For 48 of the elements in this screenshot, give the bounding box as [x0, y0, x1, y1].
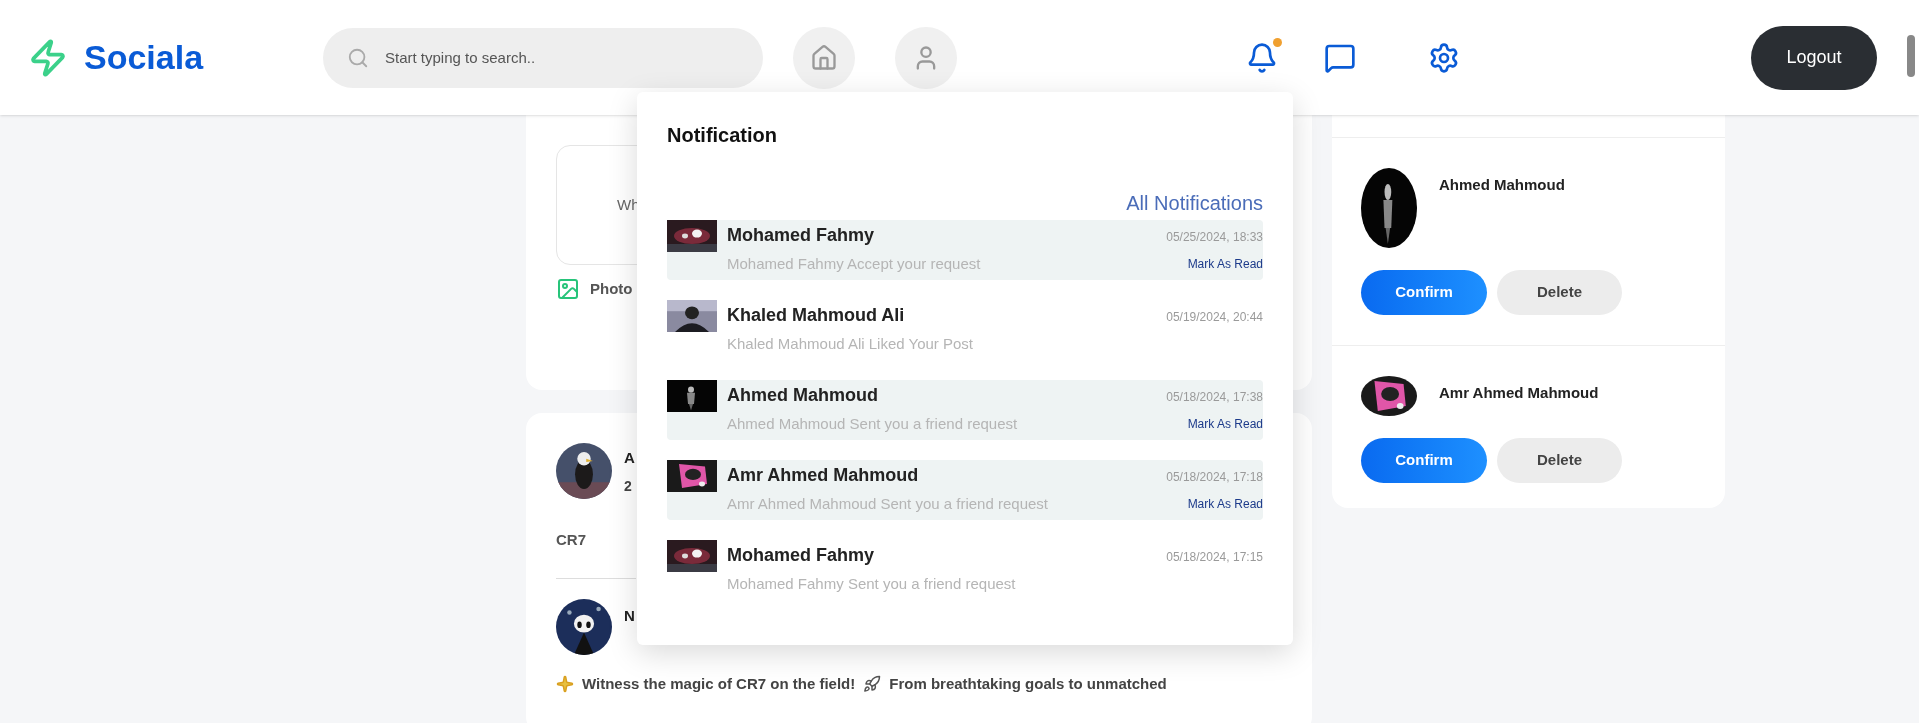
notification-time: 05/25/2024, 18:33 — [1166, 229, 1263, 246]
sparkle-icon — [556, 674, 574, 693]
logout-button[interactable]: Logout — [1751, 25, 1877, 90]
notification-message: Mohamed Fahmy Sent you a friend request — [727, 574, 1016, 594]
post-time: 2 — [624, 476, 633, 496]
notification-time: 05/18/2024, 17:18 — [1166, 469, 1263, 486]
requester-name: Ahmed Mahmoud — [1439, 175, 1565, 195]
logo-icon — [28, 37, 68, 78]
scrollbar-thumb[interactable] — [1907, 35, 1915, 77]
sender-name: Mohamed Fahmy — [727, 544, 875, 567]
author-name: A — [624, 448, 635, 468]
post-text: CR7 — [556, 530, 587, 550]
notification-item[interactable]: Amr Ahmed Mahmoud 05/18/2024, 17:18 Amr Ahmed Mahmoud Sent you a friend request Mark As Read — [667, 460, 1263, 520]
image-icon — [556, 277, 580, 301]
notification-time: 05/19/2024, 20:44 — [1166, 309, 1263, 326]
sender-name: Khaled Mahmoud Ali — [727, 304, 905, 327]
notification-message: Ahmed Mahmoud Sent you a friend request — [727, 414, 1018, 434]
notification-message: Mohamed Fahmy Accept your request — [727, 254, 981, 274]
notification-item[interactable]: Ahmed Mahmoud 05/18/2024, 17:38 Ahmed Mahmoud Sent you a friend request Mark As Read — [667, 380, 1263, 440]
search-field[interactable]: Start typing to search.. — [323, 27, 763, 88]
mark-as-read-link[interactable]: Mark As Read — [1187, 495, 1263, 514]
brand-name: Sociala — [84, 37, 204, 78]
delete-button[interactable]: Delete — [1497, 438, 1622, 483]
panel-title: Notification — [667, 123, 778, 148]
photo-label[interactable]: Photo — [590, 277, 633, 301]
home-icon — [810, 43, 838, 72]
sender-name: Mohamed Fahmy — [727, 224, 875, 247]
notification-message: Khaled Mahmoud Ali Liked Your Post — [727, 334, 973, 354]
notification-time: 05/18/2024, 17:15 — [1166, 549, 1263, 566]
mark-as-read-link[interactable]: Mark As Read — [1187, 255, 1263, 274]
all-notifications-link[interactable]: All Notifications — [1126, 188, 1263, 218]
delete-button[interactable]: Delete — [1497, 270, 1622, 315]
notification-time: 05/18/2024, 17:38 — [1166, 389, 1263, 406]
post-text: Witness the magic of CR7 on the field! — [582, 673, 856, 694]
bell-icon — [1246, 41, 1278, 74]
mark-as-read-link[interactable]: Mark As Read — [1187, 415, 1263, 434]
post-text: From breathtaking goals to unmatched — [889, 673, 1167, 694]
rocket-icon — [863, 674, 882, 693]
requester-name: Amr Ahmed Mahmoud — [1439, 383, 1599, 403]
notification-message: Amr Ahmed Mahmoud Sent you a friend request — [727, 494, 1048, 514]
search-icon — [347, 46, 369, 69]
confirm-button[interactable]: Confirm — [1361, 270, 1487, 315]
sender-name: Amr Ahmed Mahmoud — [727, 464, 919, 487]
notification-item[interactable]: Mohamed Fahmy 05/25/2024, 18:33 Mohamed Fahmy Accept your request Mark As Read — [667, 220, 1263, 280]
confirm-button[interactable]: Confirm — [1361, 438, 1487, 483]
settings-icon — [1428, 41, 1460, 74]
sender-name: Ahmed Mahmoud — [727, 384, 878, 407]
author-name: N — [624, 605, 635, 626]
